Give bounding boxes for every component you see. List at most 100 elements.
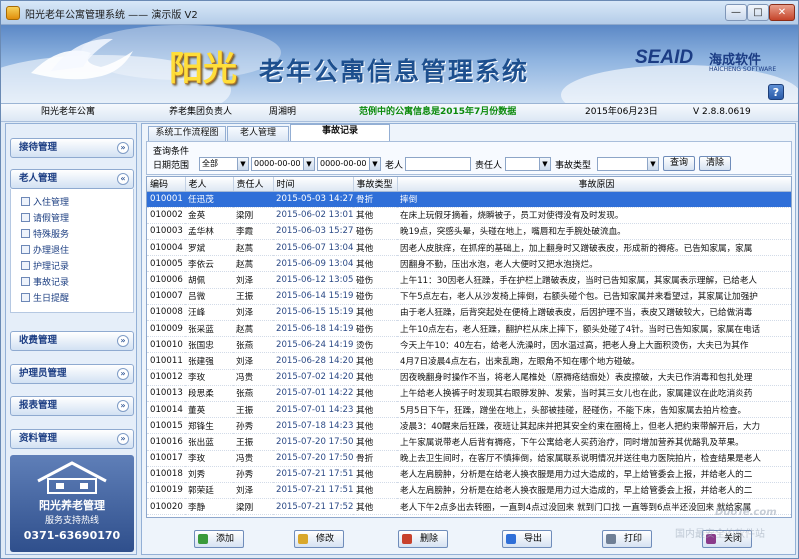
cell-staff: 梁刚 [233, 498, 273, 516]
chevron-down-icon[interactable]: ▼ [237, 158, 248, 170]
cell-cause: 老人左肩膀肿，分析是在给老人换衣服是用力过大造成的，早上给管委会上报，并给老人的… [397, 466, 791, 483]
chevron-down-icon[interactable]: ▼ [303, 158, 314, 170]
chevron-down-icon[interactable]: » [117, 368, 129, 380]
table-row[interactable]: 010016 张出蓝 王振 2015-07-20 17:50 其他 上午家属说带老人后背有… [147, 433, 791, 451]
table-row[interactable]: 010013 段思柔 张燕 2015-07-01 14:22 其他 上午给老人换裤子时发现… [147, 385, 791, 402]
cell-staff: 王振 [233, 401, 273, 419]
column-header-cause[interactable]: 事故原因 [397, 177, 791, 192]
nav-group-reports[interactable]: 报表管理 » [10, 396, 134, 416]
type-select[interactable]: ▼ [597, 157, 659, 171]
cell-elder: 段思柔 [185, 385, 233, 402]
nav-group-label: 接待管理 [19, 142, 58, 153]
minimize-button[interactable]: — [725, 4, 747, 21]
table-row[interactable]: 010012 李玫 冯贵 2015-07-02 14:20 其他 因夜晚翻身时操作不当，将… [147, 369, 791, 386]
delete-button[interactable]: 删除 [398, 530, 448, 548]
sidebar-item-leave[interactable]: 请假管理 [21, 212, 69, 226]
cell-code: 010002 [147, 207, 185, 224]
table-row[interactable]: 010014 董英 王振 2015-07-01 14:23 其他 5月5日下午，狂躁，蹭坐… [147, 401, 791, 419]
sidebar: 接待管理 » 老人管理 « 入住管理 请假管理 特殊服务 办理退住 护理记录 事… [5, 123, 137, 555]
nav-group-billing[interactable]: 收费管理 » [10, 331, 134, 351]
table-row[interactable]: 010006 胡佩 刘泽 2015-06-12 13:05 碰伤 上午11：30因老人狂躁… [147, 271, 791, 289]
cell-cause: 上午10点左右，老人狂躁，翻护栏从床上摔下，额头处碰了4针。当时已告知家属，家属… [397, 320, 791, 338]
cell-elder: 张建强 [185, 352, 233, 370]
nav-group-caregiver[interactable]: 护理员管理 » [10, 364, 134, 384]
status-info-bar: 阳光老年公寓 养老集团负责人 周湘明 范例中的公寓信息是2015年7月份数据 2… [1, 104, 798, 122]
cell-time: 2015-06-24 14:19 [273, 336, 353, 354]
date-to-field[interactable]: 0000-00-00 ▼ [317, 157, 381, 171]
table-row[interactable]: 010003 孟华林 李霞 2015-06-03 15:27 碰伤 晚19点，突感头晕，头… [147, 223, 791, 241]
document-icon [21, 213, 30, 222]
chevron-down-icon[interactable]: ▼ [647, 158, 658, 170]
help-icon[interactable]: ? [768, 84, 784, 100]
cell-time: 2015-06-03 15:27 [273, 223, 353, 241]
cell-cause: 晚上去卫生间时，在客厅不慎摔倒，给家属联系说明情况并送往电力医院拍片，检查结果是… [397, 450, 791, 467]
add-button-label: 添加 [215, 534, 234, 544]
chevron-down-icon[interactable]: » [117, 335, 129, 347]
nav-group-elder[interactable]: 老人管理 « [10, 169, 134, 189]
cell-type: 其他 [353, 304, 397, 322]
title-bar[interactable]: 阳光老年公寓管理系统 —— 演示版 V2 — □ ✕ [1, 1, 798, 25]
table-row[interactable]: 010008 汪峰 刘泽 2015-06-15 15:19 其他 由于老人狂躁，后背突起处… [147, 304, 791, 322]
sidebar-item-label: 生日提醒 [33, 294, 70, 304]
date-range-select[interactable]: 全部 ▼ [199, 157, 249, 171]
sidebar-item-checkout[interactable]: 办理退住 [21, 244, 69, 258]
export-button[interactable]: 导出 [502, 530, 552, 548]
tab-accident-records[interactable]: 事故记录 [290, 124, 390, 141]
document-icon [21, 293, 30, 302]
cell-staff: 梁刚 [233, 207, 273, 224]
add-button[interactable]: 添加 [194, 530, 244, 548]
column-header-type[interactable]: 事故类型 [353, 177, 398, 192]
cell-cause: 因老人皮肤痒，在抓痒的基础上，加上翻身时又蹭破表皮，形成新的褥疮。已告知家属，家… [397, 239, 791, 257]
cell-elder: 任迅茂 [185, 191, 233, 208]
dove-icon [31, 38, 133, 80]
cell-staff: 刘泽 [233, 271, 273, 289]
edit-button[interactable]: 修改 [294, 530, 344, 548]
sidebar-item-care-records[interactable]: 护理记录 [21, 260, 69, 274]
table-row[interactable]: 010007 吕微 王振 2015-06-14 15:19 碰伤 下午5点左右，老人从沙发… [147, 288, 791, 305]
cell-elder: 汪峰 [185, 304, 233, 322]
column-header-staff[interactable]: 责任人 [233, 177, 274, 192]
column-header-elder[interactable]: 老人 [185, 177, 234, 192]
staff-select[interactable]: ▼ [505, 157, 551, 171]
cell-staff: 李霞 [233, 223, 273, 241]
chevron-down-icon[interactable]: » [117, 142, 129, 154]
column-header-time[interactable]: 时间 [273, 177, 354, 192]
table-row[interactable]: 010010 张国忠 张燕 2015-06-24 14:19 烫伤 今天上午10：40左右… [147, 336, 791, 354]
table-row[interactable]: 010015 郑锋生 孙秀 2015-07-18 14:23 其他 凌晨3：40醒来后狂躁… [147, 417, 791, 435]
sidebar-item-accident-records[interactable]: 事故记录 [21, 276, 69, 290]
chevron-down-icon[interactable]: » [117, 433, 129, 445]
cell-time: 2015-07-20 17:50 [273, 450, 353, 467]
cell-time: 2015-06-02 13:01 [273, 207, 353, 224]
sidebar-item-birthday-reminder[interactable]: 生日提醒 [21, 292, 69, 306]
date-from-field[interactable]: 0000-00-00 ▼ [251, 157, 315, 171]
chevron-up-icon[interactable]: « [117, 173, 129, 185]
tab-elder-management[interactable]: 老人管理 [227, 126, 289, 141]
sidebar-item-checkin[interactable]: 入住管理 [21, 196, 69, 210]
tab-workflow[interactable]: 系统工作流程图 [148, 126, 226, 141]
column-header-code[interactable]: 编码 [147, 177, 186, 192]
chevron-down-icon[interactable]: ▼ [539, 158, 550, 170]
table-row[interactable]: 010018 刘秀 孙秀 2015-07-21 17:51 其他 老人左肩膀肿，分析是在给… [147, 466, 791, 483]
print-button[interactable]: 打印 [602, 530, 652, 548]
cell-type: 碰伤 [353, 271, 397, 289]
table-row[interactable]: 010004 罗斌 赵蒿 2015-06-07 13:04 其他 因老人皮肤痒，在抓痒的基… [147, 239, 791, 257]
close-window-button[interactable]: ✕ [769, 4, 795, 21]
sidebar-item-special-service[interactable]: 特殊服务 [21, 228, 69, 242]
maximize-button[interactable]: □ [747, 4, 769, 21]
cell-cause: 由于老人狂躁，后背突起处在便椅上蹭破表皮，后因护理不当，表皮又蹭破较大，已给做消… [397, 304, 791, 322]
table-row[interactable]: 010017 李玫 冯贵 2015-07-20 17:50 骨折 晚上去卫生间时，在客厅不… [147, 450, 791, 467]
cell-type: 烫伤 [353, 336, 397, 354]
clear-button[interactable]: 清除 [699, 156, 731, 171]
table-row[interactable]: 010009 张采蓝 赵蒿 2015-06-18 14:19 碰伤 上午10点左右，老人狂… [147, 320, 791, 338]
table-row[interactable]: 010011 张建强 刘泽 2015-06-28 14:20 其他 4月7日凌晨4点左右，… [147, 352, 791, 370]
elder-input[interactable] [405, 157, 471, 171]
table-row[interactable]: 010005 李依云 赵蒿 2015-06-09 13:04 其他 因翻身不勤，压出水泡，… [147, 255, 791, 273]
nav-group-data[interactable]: 资料管理 » [10, 429, 134, 449]
chevron-down-icon[interactable]: ▼ [369, 158, 380, 170]
table-row[interactable]: 010002 金英 梁刚 2015-06-02 13:01 其他 在床上玩假牙摘着，烧瞬被… [147, 207, 791, 224]
nav-group-reception[interactable]: 接待管理 » [10, 138, 134, 158]
search-button[interactable]: 查询 [663, 156, 695, 171]
chevron-down-icon[interactable]: » [117, 400, 129, 412]
cell-time: 2015-07-01 14:23 [273, 401, 353, 419]
table-row[interactable]: 010001 任迅茂 2015-05-03 14:27 骨折 摔倒 [147, 191, 791, 208]
